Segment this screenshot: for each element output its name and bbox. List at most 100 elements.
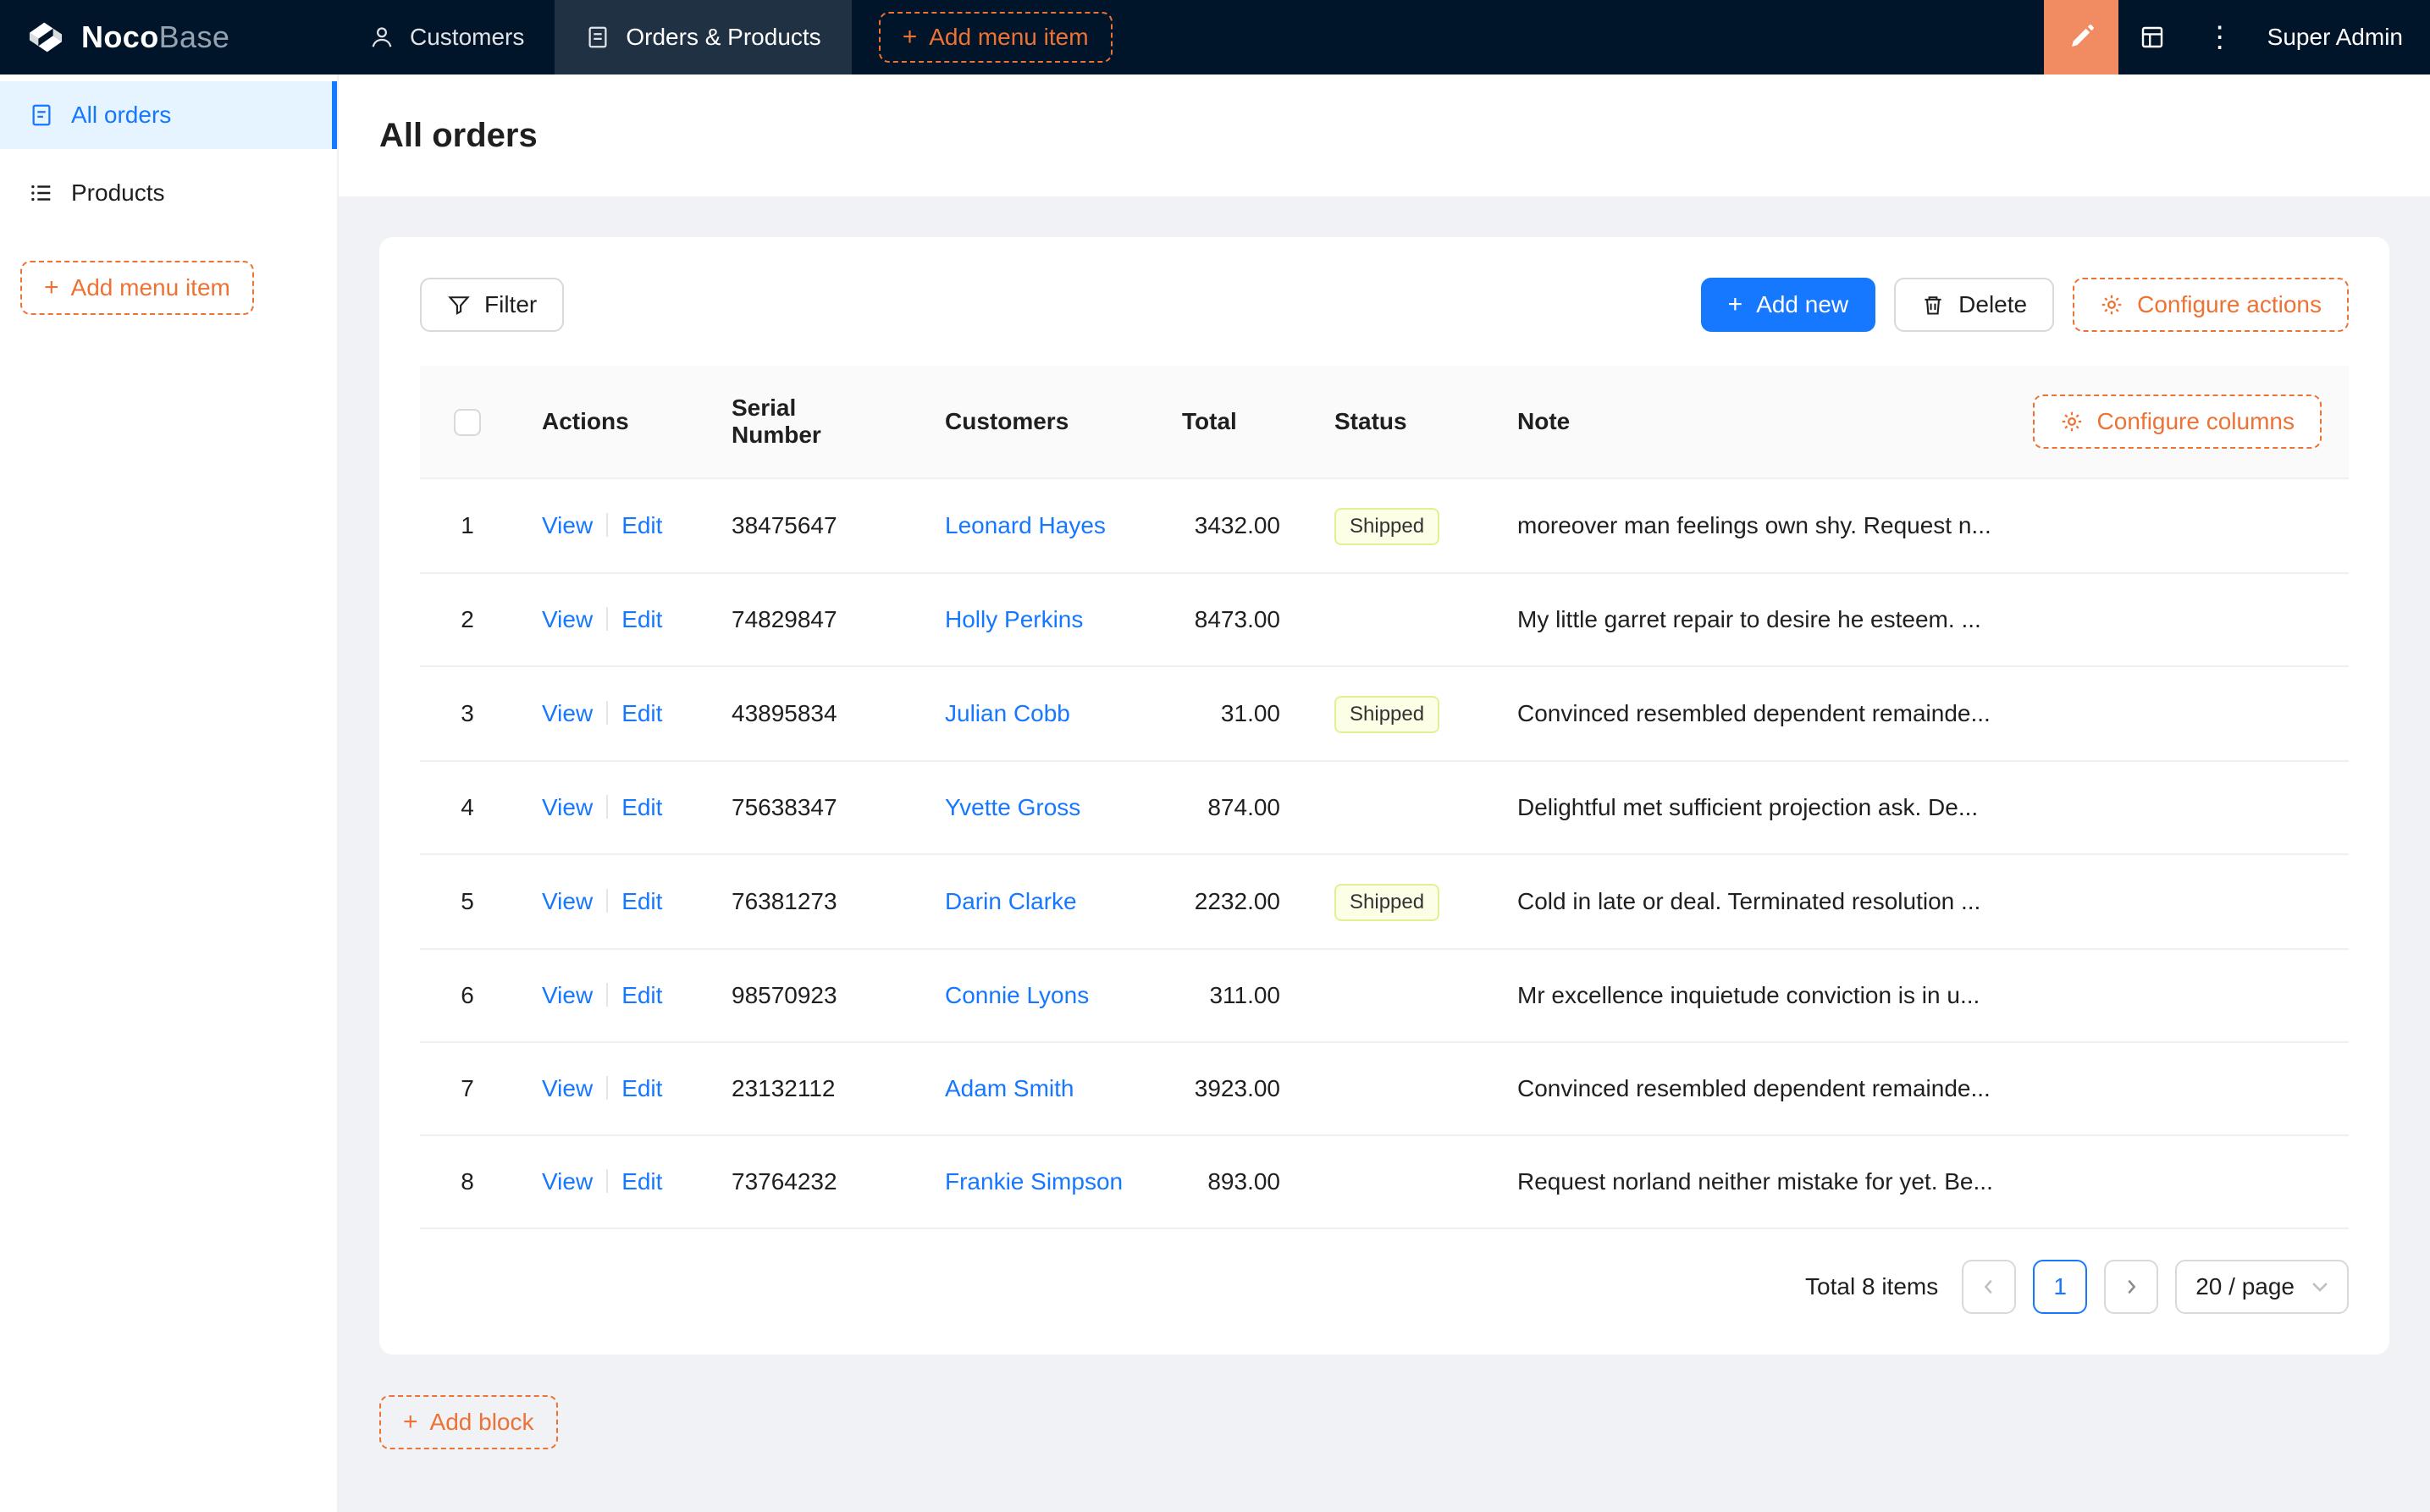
- customer-cell: Darin Clarke: [918, 854, 1155, 950]
- edit-link[interactable]: Edit: [621, 888, 662, 914]
- delete-button[interactable]: Delete: [1894, 278, 2055, 332]
- nav-item-label: Customers: [410, 24, 525, 50]
- status-tag: Shipped: [1334, 884, 1440, 921]
- configure-actions-label: Configure actions: [2137, 291, 2322, 317]
- edit-link[interactable]: Edit: [621, 700, 662, 726]
- nav-item-customers[interactable]: Customers: [339, 0, 555, 74]
- divider: [606, 607, 609, 631]
- divider: [606, 795, 609, 819]
- customer-cell: Julian Cobb: [918, 666, 1155, 762]
- note-cell: Delightful met sufficient projection ask…: [1490, 761, 2002, 855]
- row-index: 6: [420, 949, 515, 1043]
- column-header-status: Status: [1307, 366, 1490, 479]
- ui-editor-button[interactable]: [2043, 0, 2118, 74]
- extra-cell: [2002, 573, 2349, 667]
- view-link[interactable]: View: [542, 794, 593, 820]
- edit-link[interactable]: Edit: [621, 606, 662, 632]
- table-icon-button[interactable]: [2118, 0, 2186, 74]
- row-actions: View Edit: [515, 949, 704, 1043]
- more-menu-button[interactable]: ⋮: [2186, 0, 2254, 74]
- note-cell: Request norland neither mistake for yet.…: [1490, 1135, 2002, 1229]
- note-cell: My little garret repair to desire he est…: [1490, 573, 2002, 667]
- row-index: 8: [420, 1135, 515, 1229]
- customer-link[interactable]: Connie Lyons: [945, 982, 1089, 1008]
- column-header-serial-number: Serial Number: [704, 366, 918, 479]
- view-link[interactable]: View: [542, 606, 593, 632]
- divider: [606, 1169, 609, 1193]
- status-cell: [1307, 1042, 1490, 1136]
- highlighter-icon: [2068, 24, 2095, 51]
- customer-cell: Frankie Simpson: [918, 1135, 1155, 1229]
- filter-button[interactable]: Filter: [420, 278, 565, 332]
- trash-icon: [1921, 293, 1945, 317]
- edit-link[interactable]: Edit: [621, 1168, 662, 1195]
- all-orders-icon: [29, 102, 54, 128]
- top-navigation: Customers Orders & Products: [339, 0, 852, 74]
- customer-cell: Leonard Hayes: [918, 478, 1155, 574]
- view-link[interactable]: View: [542, 700, 593, 726]
- table-header-row: Actions Serial Number Customers Total St…: [420, 366, 2349, 479]
- filter-icon: [447, 293, 471, 317]
- view-link[interactable]: View: [542, 512, 593, 538]
- pagination-total: Total 8 items: [1805, 1273, 1939, 1300]
- topbar-add-menu-item-button[interactable]: + Add menu item: [878, 12, 1113, 63]
- customer-link[interactable]: Yvette Gross: [945, 794, 1080, 820]
- divider: [606, 983, 609, 1007]
- view-link[interactable]: View: [542, 1168, 593, 1195]
- row-index: 2: [420, 573, 515, 667]
- total-cell: 8473.00: [1155, 573, 1307, 667]
- sidebar-item-label: Products: [71, 179, 165, 206]
- status-tag: Shipped: [1334, 696, 1440, 733]
- add-menu-item-label: Add menu item: [70, 274, 230, 301]
- row-index: 4: [420, 761, 515, 855]
- user-menu[interactable]: Super Admin: [2254, 24, 2430, 51]
- serial-number-cell: 76381273: [704, 854, 918, 950]
- add-new-button[interactable]: + Add new: [1700, 278, 1876, 332]
- delete-label: Delete: [1958, 291, 2028, 317]
- add-menu-item-label: Add menu item: [929, 24, 1089, 50]
- customer-link[interactable]: Adam Smith: [945, 1075, 1074, 1101]
- serial-number-cell: 98570923: [704, 949, 918, 1043]
- page-size-label: 20 / page: [2195, 1273, 2295, 1300]
- configure-actions-button[interactable]: Configure actions: [2073, 278, 2349, 332]
- status-cell: Shipped: [1307, 478, 1490, 574]
- page-number-button[interactable]: 1: [2033, 1260, 2088, 1314]
- sidebar-add-menu-item-button[interactable]: + Add menu item: [20, 261, 254, 315]
- divider: [606, 513, 609, 537]
- edit-link[interactable]: Edit: [621, 512, 662, 538]
- customer-link[interactable]: Frankie Simpson: [945, 1168, 1123, 1195]
- sidebar: All orders Products + Add menu item: [0, 74, 339, 1512]
- total-cell: 3923.00: [1155, 1042, 1307, 1136]
- configure-columns-label: Configure columns: [2096, 408, 2295, 434]
- edit-link[interactable]: Edit: [621, 794, 662, 820]
- note-cell: Convinced resembled dependent remainde..…: [1490, 666, 2002, 762]
- status-cell: [1307, 949, 1490, 1043]
- nav-item-orders-products[interactable]: Orders & Products: [555, 0, 852, 74]
- nocobase-logo[interactable]: NocoBase: [0, 0, 339, 74]
- edit-link[interactable]: Edit: [621, 1075, 662, 1101]
- table-row: 7 View Edit 23132112 Adam Smith 3923.00 C…: [420, 1042, 2349, 1136]
- customer-link[interactable]: Leonard Hayes: [945, 512, 1106, 538]
- sidebar-item-all-orders[interactable]: All orders: [0, 81, 337, 149]
- orders-products-icon: [585, 25, 610, 50]
- select-all-checkbox[interactable]: [454, 408, 481, 436]
- nocobase-logo-icon: [24, 18, 68, 57]
- customer-cell: Yvette Gross: [918, 761, 1155, 855]
- edit-link[interactable]: Edit: [621, 982, 662, 1008]
- row-index: 1: [420, 478, 515, 574]
- customer-link[interactable]: Julian Cobb: [945, 700, 1070, 726]
- prev-page-button[interactable]: [1962, 1260, 2017, 1314]
- add-block-button[interactable]: + Add block: [379, 1395, 558, 1449]
- view-link[interactable]: View: [542, 888, 593, 914]
- view-link[interactable]: View: [542, 982, 593, 1008]
- sidebar-item-products[interactable]: Products: [0, 159, 337, 227]
- next-page-button[interactable]: [2104, 1260, 2159, 1314]
- customer-link[interactable]: Darin Clarke: [945, 888, 1077, 914]
- configure-columns-button[interactable]: Configure columns: [2032, 395, 2322, 449]
- status-cell: [1307, 761, 1490, 855]
- view-link[interactable]: View: [542, 1075, 593, 1101]
- customer-link[interactable]: Holly Perkins: [945, 606, 1083, 632]
- pagination: Total 8 items 1 20 / page: [420, 1260, 2349, 1314]
- page-size-select[interactable]: 20 / page: [2175, 1260, 2349, 1314]
- column-header-actions: Actions: [515, 366, 704, 479]
